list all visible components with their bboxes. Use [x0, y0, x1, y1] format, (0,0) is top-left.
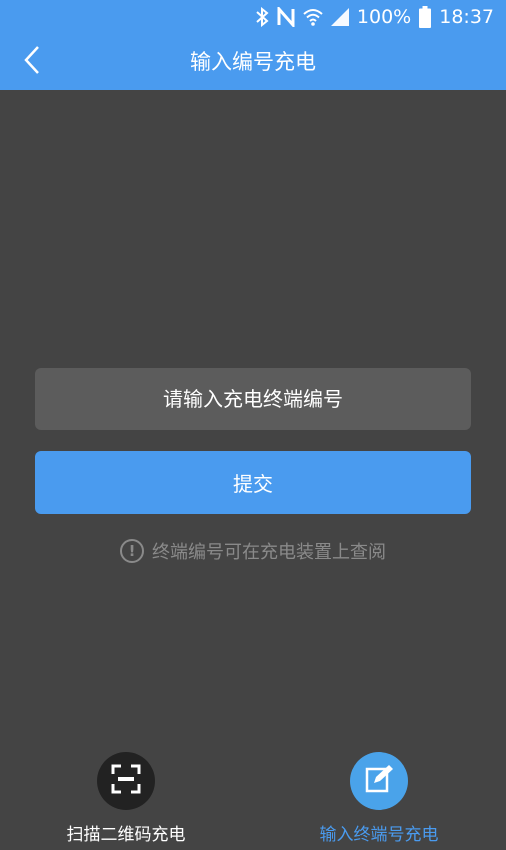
chevron-left-icon: [23, 45, 41, 79]
clock: 18:37: [439, 6, 494, 28]
submit-button[interactable]: 提交: [35, 451, 471, 514]
hint-row: ! 终端编号可在充电装置上查阅: [0, 536, 506, 566]
info-icon: !: [120, 539, 144, 563]
tab-scan-circle: [97, 752, 155, 810]
page-title: 输入编号充电: [190, 50, 316, 74]
hint-text: 终端编号可在充电装置上查阅: [152, 542, 386, 563]
terminal-number-input[interactable]: [35, 368, 471, 430]
tab-input-label: 输入终端号充电: [319, 825, 439, 845]
back-button[interactable]: [14, 44, 50, 80]
signal-icon: [330, 8, 349, 26]
battery-icon: [419, 6, 432, 28]
edit-icon: [364, 764, 394, 798]
tab-scan-label: 扫描二维码充电: [66, 825, 186, 845]
qr-scan-icon: [111, 764, 141, 798]
nav-bar: 输入编号充电: [0, 34, 506, 90]
tab-scan-qr[interactable]: 扫描二维码充电: [36, 752, 216, 848]
tab-input-number[interactable]: 输入终端号充电: [289, 752, 469, 848]
nfc-icon: [277, 7, 295, 27]
status-bar: 100% 18:37: [0, 0, 506, 34]
battery-percent: 100%: [356, 6, 412, 28]
bluetooth-icon: [255, 7, 269, 27]
wifi-icon: [303, 8, 323, 26]
top-bar: 100% 18:37 输入编号充电: [0, 0, 506, 90]
tab-input-circle: [350, 752, 408, 810]
